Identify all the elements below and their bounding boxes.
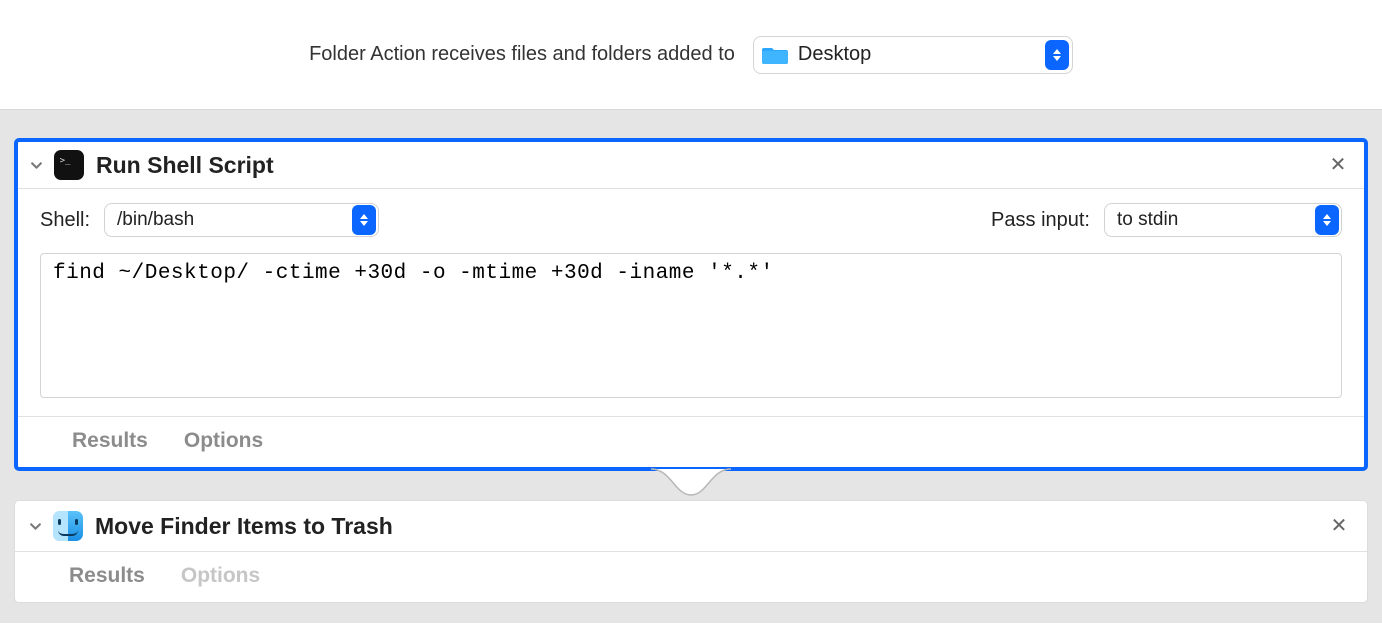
pass-input-value: to stdin — [1117, 209, 1307, 231]
workflow-canvas[interactable]: >_ Run Shell Script ✕ Shell: /bin/bash P… — [0, 110, 1382, 623]
action-footer: Results Options — [15, 551, 1367, 602]
action-body: Shell: /bin/bash Pass input: to stdin — [18, 188, 1364, 416]
results-tab[interactable]: Results — [69, 564, 145, 588]
action-title: Run Shell Script — [96, 152, 1326, 179]
select-stepper-icon — [1045, 40, 1069, 70]
action-move-finder-items-to-trash[interactable]: Move Finder Items to Trash ✕ Results Opt… — [14, 500, 1368, 603]
action-title: Move Finder Items to Trash — [95, 513, 1327, 540]
close-icon[interactable]: ✕ — [1327, 516, 1351, 536]
results-tab[interactable]: Results — [72, 429, 148, 453]
options-tab: Options — [181, 564, 260, 588]
shell-select-value: /bin/bash — [117, 209, 344, 231]
workflow-input-bar: Folder Action receives files and folders… — [0, 0, 1382, 110]
folder-select[interactable]: Desktop — [753, 36, 1073, 74]
action-header: Move Finder Items to Trash ✕ — [15, 501, 1367, 551]
pass-input-select[interactable]: to stdin — [1104, 203, 1342, 237]
action-run-shell-script[interactable]: >_ Run Shell Script ✕ Shell: /bin/bash P… — [14, 138, 1368, 471]
options-tab[interactable]: Options — [184, 429, 263, 453]
shell-select[interactable]: /bin/bash — [104, 203, 379, 237]
action-header: >_ Run Shell Script ✕ — [18, 142, 1364, 188]
select-stepper-icon — [1315, 205, 1339, 235]
disclosure-chevron-icon[interactable] — [25, 520, 45, 533]
folder-select-value: Desktop — [798, 43, 1037, 66]
workflow-input-label: Folder Action receives files and folders… — [309, 43, 735, 66]
select-stepper-icon — [352, 205, 376, 235]
folder-icon — [762, 44, 788, 66]
shell-label: Shell: — [40, 209, 90, 232]
action-connector — [14, 470, 1368, 504]
action-footer: Results Options — [18, 416, 1364, 467]
finder-icon — [53, 511, 83, 541]
script-textarea[interactable]: find ~/Desktop/ -ctime +30d -o -mtime +3… — [40, 253, 1342, 398]
terminal-icon: >_ — [54, 150, 84, 180]
pass-input-label: Pass input: — [991, 209, 1090, 232]
close-icon[interactable]: ✕ — [1326, 155, 1350, 175]
disclosure-chevron-icon[interactable] — [26, 159, 46, 172]
